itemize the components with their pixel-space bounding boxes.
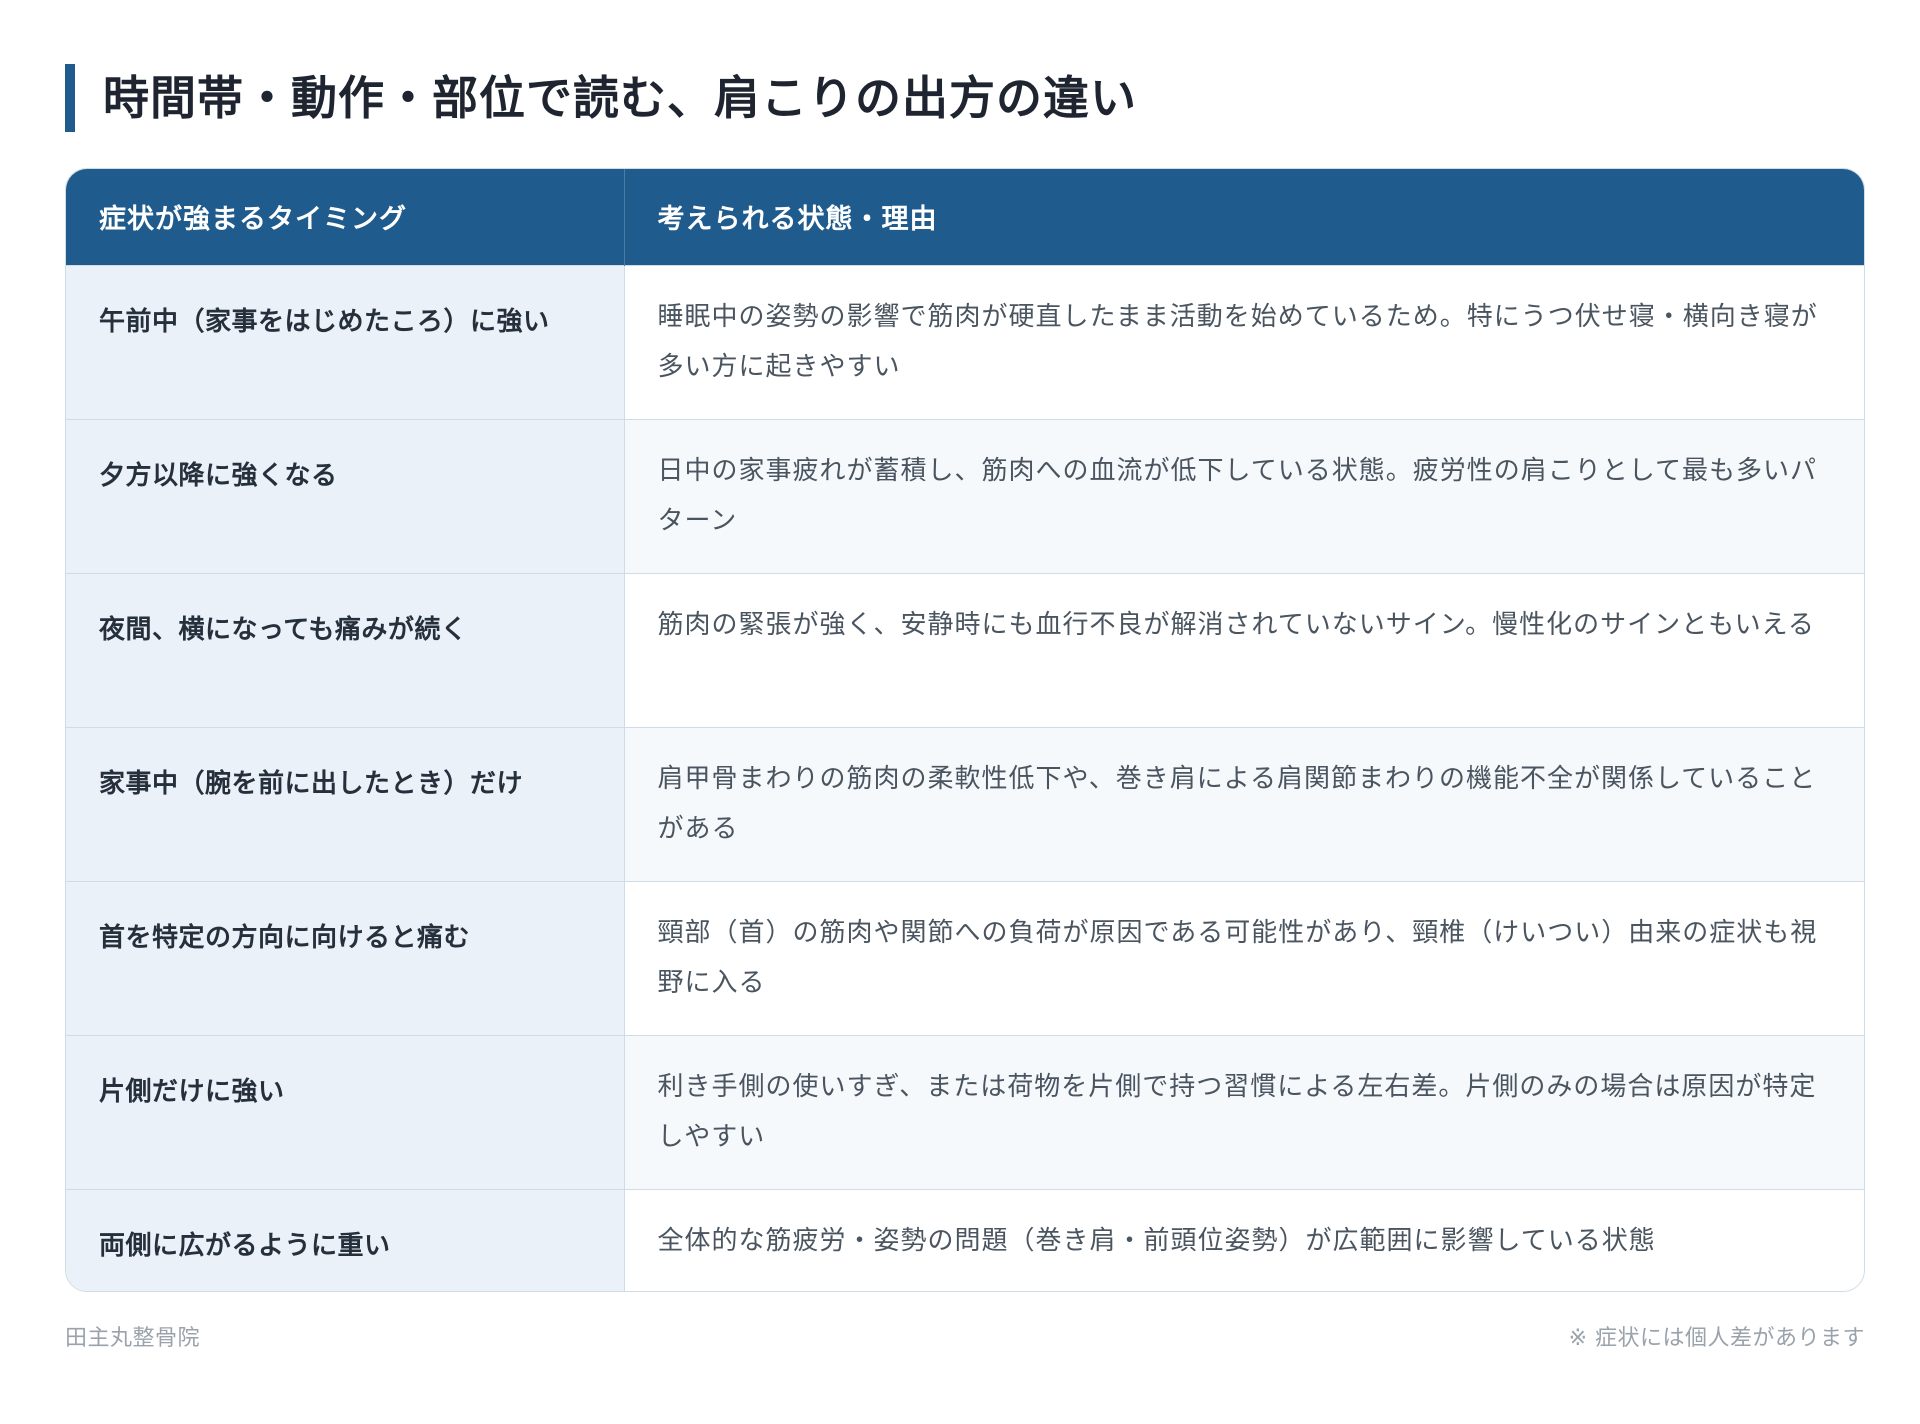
table-row: 午前中（家事をはじめたころ）に強い 睡眠中の姿勢の影響で筋肉が硬直したまま活動を… [66,264,1864,419]
cell-reason: 頸部（首）の筋肉や関節への負荷が原因である可能性があり、頸椎（けいつい）由来の症… [624,880,1864,1035]
table-row: 両側に広がるように重い 全体的な筋疲労・姿勢の問題（巻き肩・前頭位姿勢）が広範囲… [66,1188,1864,1291]
clinic-name: 田主丸整骨院 [65,1326,201,1351]
cell-timing: 首を特定の方向に向けると痛む [66,880,625,1035]
cell-reason: 日中の家事疲れが蓄積し、筋肉への血流が低下している状態。疲労性の肩こりとして最も… [624,418,1864,573]
cell-timing: 両側に広がるように重い [66,1188,625,1291]
cell-timing: 家事中（腕を前に出したとき）だけ [66,726,625,881]
table-row: 家事中（腕を前に出したとき）だけ 肩甲骨まわりの筋肉の柔軟性低下や、巻き肩による… [66,726,1864,881]
table-row: 首を特定の方向に向けると痛む 頸部（首）の筋肉や関節への負荷が原因である可能性が… [66,880,1864,1035]
symptom-table: 症状が強まるタイミング 考えられる状態・理由 午前中（家事をはじめたころ）に強い… [66,169,1864,1291]
cell-timing: 午前中（家事をはじめたころ）に強い [66,264,625,419]
header-timing: 症状が強まるタイミング [66,169,624,265]
cell-reason: 筋肉の緊張が強く、安静時にも血行不良が解消されていないサイン。慢性化のサインとも… [624,572,1864,727]
table-body: 午前中（家事をはじめたころ）に強い 睡眠中の姿勢の影響で筋肉が硬直したまま活動を… [66,264,1864,1291]
page: 時間帯・動作・部位で読む、肩こりの出方の違い 症状が強まるタイミング 考えられる… [65,64,1865,1352]
header-reason: 考えられる状態・理由 [623,169,1864,265]
cell-reason: 全体的な筋疲労・姿勢の問題（巻き肩・前頭位姿勢）が広範囲に影響している状態 [624,1188,1864,1291]
cell-timing: 片側だけに強い [66,1034,625,1189]
disclaimer-note: ※ 症状には個人差があります [1568,1326,1865,1351]
cell-reason: 肩甲骨まわりの筋肉の柔軟性低下や、巻き肩による肩関節まわりの機能不全が関係してい… [624,726,1864,881]
table-row: 夜間、横になっても痛みが続く 筋肉の緊張が強く、安静時にも血行不良が解消されてい… [66,572,1864,727]
table-header: 症状が強まるタイミング 考えられる状態・理由 [66,169,1864,265]
cell-timing: 夕方以降に強くなる [66,418,625,573]
table-row: 夕方以降に強くなる 日中の家事疲れが蓄積し、筋肉への血流が低下している状態。疲労… [66,418,1864,573]
cell-timing: 夜間、横になっても痛みが続く [66,572,625,727]
cell-reason: 利き手側の使いすぎ、または荷物を片側で持つ習慣による左右差。片側のみの場合は原因… [624,1034,1864,1189]
title-block: 時間帯・動作・部位で読む、肩こりの出方の違い [65,64,1865,132]
title-accent-bar [65,64,75,132]
cell-reason: 睡眠中の姿勢の影響で筋肉が硬直したまま活動を始めているため。特にうつ伏せ寝・横向… [624,264,1864,419]
symptom-table-container: 症状が強まるタイミング 考えられる状態・理由 午前中（家事をはじめたころ）に強い… [65,168,1865,1292]
table-row: 片側だけに強い 利き手側の使いすぎ、または荷物を片側で持つ習慣による左右差。片側… [66,1034,1864,1189]
footer: 田主丸整骨院 ※ 症状には個人差があります [65,1320,1865,1352]
page-title: 時間帯・動作・部位で読む、肩こりの出方の違い [103,71,1137,125]
